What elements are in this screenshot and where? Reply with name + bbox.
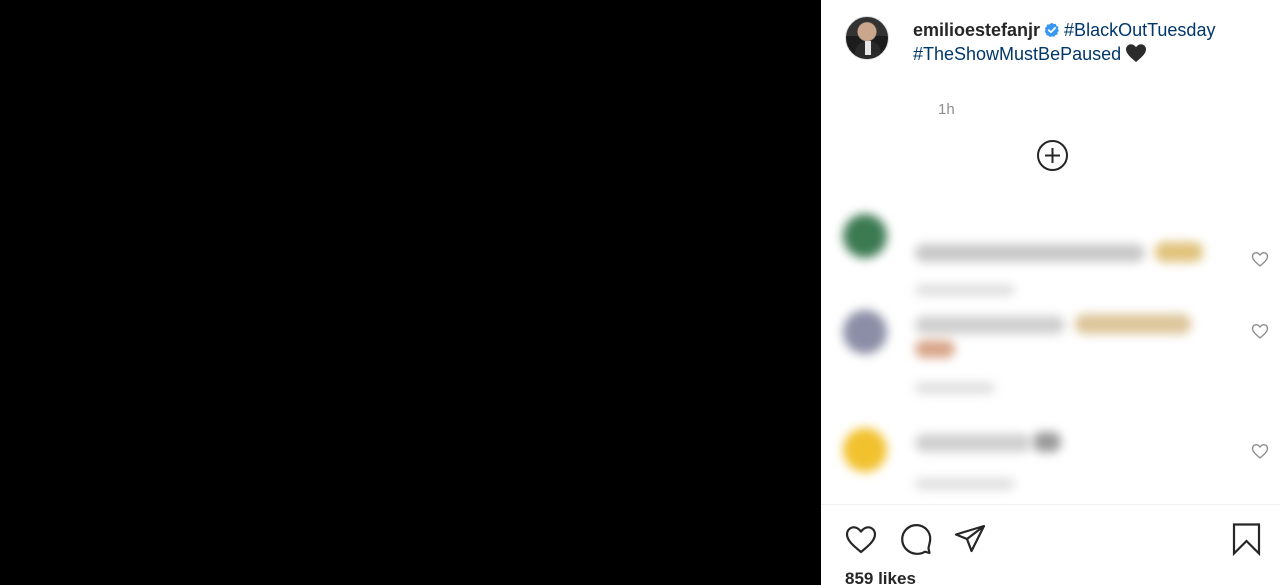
like-heart-icon[interactable]	[844, 522, 878, 556]
hashtag-blackouttuesday[interactable]: #BlackOutTuesday	[1064, 20, 1215, 40]
hashtag-theshowmustbepaused[interactable]: #TheShowMustBePaused	[913, 44, 1121, 64]
comment-avatar	[843, 214, 887, 258]
comment-meta-blurred	[915, 478, 1015, 490]
author-avatar[interactable]	[845, 16, 889, 60]
comment-item	[839, 206, 1269, 296]
comment-emoji-blurred	[915, 340, 955, 358]
comment-emoji-blurred	[1075, 314, 1191, 334]
save-bookmark-icon[interactable]	[1230, 522, 1264, 556]
comment-text-blurred	[915, 244, 1145, 262]
heart-outline-icon[interactable]	[1251, 322, 1269, 340]
caption-text: emilioestefanjr #BlackOutTuesday #TheShowM…	[913, 18, 1273, 66]
heart-outline-icon[interactable]	[1251, 442, 1269, 460]
comment-avatar	[843, 310, 887, 354]
share-paper-plane-icon[interactable]	[953, 522, 987, 556]
comment-avatar	[843, 428, 887, 472]
comment-item	[839, 422, 1269, 502]
post-timestamp: 1h	[938, 101, 955, 118]
post-image-black[interactable]	[0, 0, 821, 585]
post-actions-bar: 859 likes	[821, 504, 1280, 585]
comment-emoji-blurred	[1033, 432, 1061, 452]
comment-meta-blurred	[915, 382, 995, 394]
comment-meta-blurred	[915, 284, 1015, 296]
comment-text-blurred	[915, 316, 1065, 334]
comment-text-blurred	[915, 434, 1031, 452]
heart-outline-icon[interactable]	[1251, 250, 1269, 268]
post-side-panel: emilioestefanjr #BlackOutTuesday #TheShowM…	[821, 0, 1280, 585]
load-more-comments-icon[interactable]	[1036, 139, 1069, 172]
comment-bubble-icon[interactable]	[899, 522, 933, 556]
instagram-post-viewer: emilioestefanjr #BlackOutTuesday #TheShowM…	[0, 0, 1280, 585]
author-username[interactable]: emilioestefanjr	[913, 20, 1040, 40]
comment-emoji-blurred	[1155, 242, 1203, 262]
comments-list	[821, 182, 1280, 502]
likes-count[interactable]: 859 likes	[845, 569, 916, 585]
comment-item	[839, 300, 1269, 394]
black-heart-emoji-icon	[1126, 44, 1147, 62]
verified-badge-icon	[1044, 22, 1059, 38]
